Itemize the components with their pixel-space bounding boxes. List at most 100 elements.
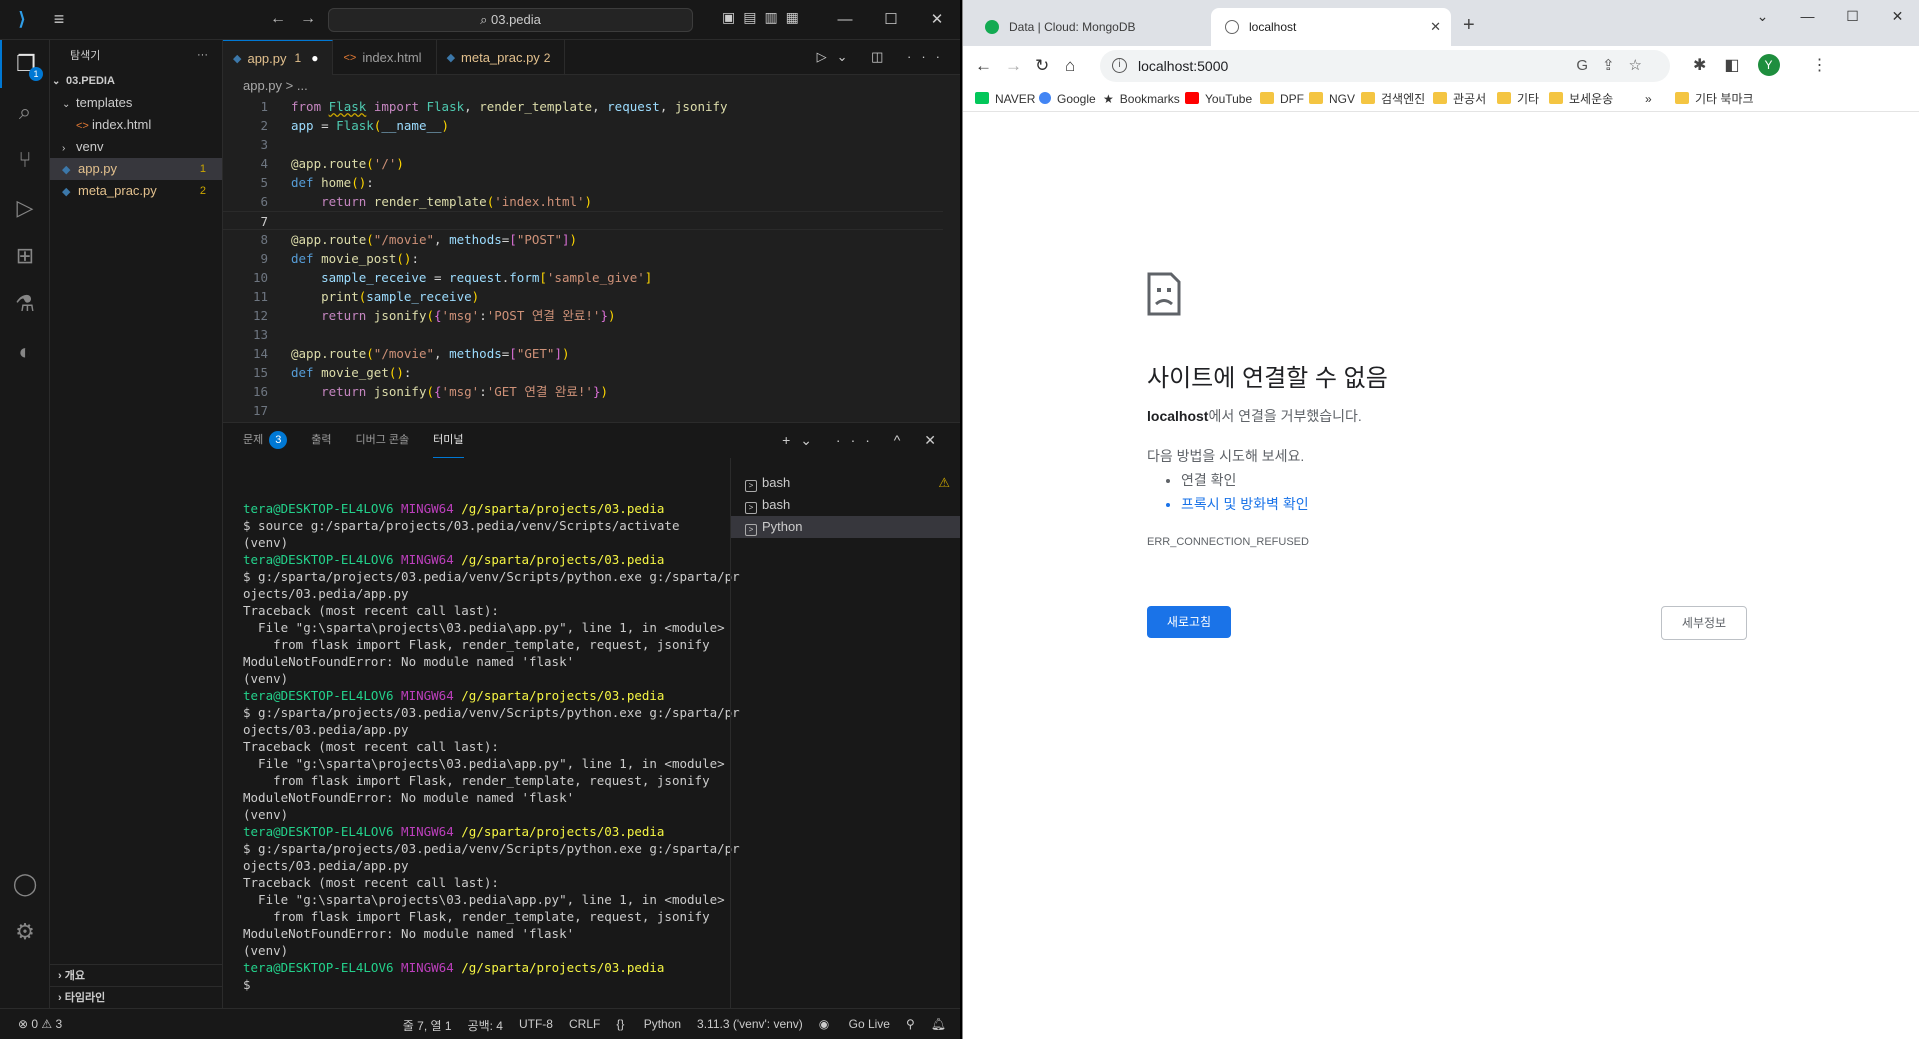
line-number: 3 [260,137,268,152]
timeline-section[interactable]: › 타임라인 [50,986,223,1008]
terminal-line: ojects/03.pedia/app.py [243,858,409,873]
explorer-icon[interactable]: ❐ 1 [0,40,50,88]
tab-terminal[interactable]: 터미널 [433,423,464,458]
forward-arrow-icon[interactable]: → [1005,56,1022,76]
panel-actions[interactable]: +⌄ ··· ^ ✕ [782,432,946,449]
bookmark-bookmarks[interactable]: ★ Bookmarks [1103,90,1180,108]
reload-icon[interactable]: ↻ [1035,56,1049,76]
settings-gear-icon[interactable]: ⚙ [0,908,50,956]
extensions-icon[interactable]: ⊞ [0,232,50,280]
problems-status[interactable]: ⊗ 0 ⚠ 3 [18,1017,62,1031]
suggestion-proxy-firewall-link[interactable]: 프록시 및 방화벽 확인 [1181,492,1309,516]
chrome-window: Data | Cloud: MongoDB Cloud localhost ✕ +… [962,0,1919,1039]
reload-button[interactable]: 새로고침 [1147,606,1231,638]
code-line: 4 @app.route('/') [223,154,943,173]
bookmark-folder-search[interactable]: 검색엔진 [1361,90,1425,108]
tree-item-venv[interactable]: › venv [50,136,222,158]
unsaved-dot-icon[interactable]: ● [311,51,318,65]
tab-output[interactable]: 출력 [311,423,331,458]
terminal-line: ModuleNotFoundError: No module named 'fl… [243,926,575,941]
bookmark-folder-dpf[interactable]: DPF [1260,90,1304,108]
side-panel-icon[interactable]: ◧ [1724,55,1739,75]
more-actions-icon[interactable]: ··· [197,49,208,61]
code-line: 15 def movie_get(): [223,363,943,382]
back-arrow-icon[interactable]: ← [975,56,992,76]
terminal-item-bash[interactable]: > bash [731,494,960,516]
maximize-button[interactable]: ☐ [1830,0,1875,32]
hamburger-menu-icon[interactable]: ≡ [44,9,74,30]
close-button[interactable]: ✕ [1875,0,1919,32]
extensions-puzzle-icon[interactable]: ✱ [1693,55,1706,75]
tree-item-app-py[interactable]: ◆ app.py 1 [50,158,222,180]
tab-localhost[interactable]: localhost ✕ [1211,8,1451,46]
encoding[interactable]: UTF-8 [519,1017,553,1034]
details-button[interactable]: 세부정보 [1661,606,1747,640]
bookmark-folder-ngv[interactable]: NGV [1309,90,1355,108]
nav-arrows[interactable]: ←→ [270,10,330,28]
indentation[interactable]: 공백: 4 [468,1017,503,1034]
profile-avatar[interactable]: Y [1757,54,1780,76]
tab-problems[interactable]: 문제 3 [243,423,288,458]
terminal-line: from flask import Flask, render_template… [243,909,710,924]
tab-debug-console[interactable]: 디버그 콘솔 [356,423,410,458]
globe-icon [1225,20,1239,34]
notifications-bell-icon[interactable]: 🔔︎ [931,1017,946,1034]
site-info-icon[interactable]: i [1112,58,1127,73]
minimize-button[interactable]: — [1785,0,1830,32]
maximize-button[interactable]: ☐ [868,0,914,40]
tab-mongodb[interactable]: Data | Cloud: MongoDB Cloud [971,8,1169,72]
testing-icon[interactable]: ⚗ [0,280,50,328]
address-bar[interactable]: i localhost:5000 G⇪☆ [1100,50,1670,82]
go-live-button[interactable]: ◉ Go Live [819,1017,890,1034]
cursor-position[interactable]: 줄 7, 열 1 [403,1017,452,1034]
account-icon[interactable]: ◯ [0,860,50,908]
end-of-line[interactable]: CRLF [569,1017,600,1034]
bookmark-naver[interactable]: NAVER [975,90,1035,108]
outline-section[interactable]: › 개요 [50,964,223,986]
tree-item-meta-prac-py[interactable]: ◆ meta_prac.py 2 [50,180,222,202]
bookmarks-overflow-icon[interactable]: » [1645,90,1652,108]
close-button[interactable]: ✕ [914,0,960,40]
source-control-icon[interactable]: ⑂ [0,136,50,184]
explorer-sidebar: 탐색기 ··· ⌄ 03.PEDIA ⌄ templates <> index.html… [50,40,223,1008]
chrome-menu-icon[interactable]: ⋮ [1812,55,1828,75]
python-interpreter[interactable]: 3.11.3 ('venv': venv) [697,1017,803,1034]
search-icon[interactable]: ⌕ [0,88,50,136]
home-icon[interactable]: ⌂ [1065,56,1075,76]
bookmark-folder-other[interactable]: 기타 북마크 [1675,90,1754,108]
error-page: 사이트에 연결할 수 없음 localhost에서 연결을 거부했습니다. 다음… [963,112,1919,1039]
code-editor[interactable]: 1 from Flask import Flask, render_templat… [223,97,943,420]
tab-index-html[interactable]: <> index.html [333,40,437,75]
new-tab-button[interactable]: + [1463,14,1475,37]
terminal-line: tera@DESKTOP-EL4LOV6 MINGW64 /g/sparta/p… [243,688,665,703]
workspace-root[interactable]: ⌄ 03.PEDIA [50,70,222,92]
terminal-output[interactable]: tera@DESKTOP-EL4LOV6 MINGW64 /g/sparta/p… [243,483,740,993]
terminal-item-bash[interactable]: > bash ⚠ [731,472,960,494]
breadcrumb[interactable]: app.py > ... [223,75,960,97]
vscode-logo-icon: ⟩ [18,9,26,29]
bookmark-youtube[interactable]: YouTube [1185,90,1252,108]
editor-actions[interactable]: ▷⌄ ◫ ··· [817,49,950,65]
omnibox-icons[interactable]: G⇪☆ [1576,50,1656,82]
code-line: 12 return jsonify({'msg':'POST 연결 완료!'}) [223,306,943,325]
accounts-icon[interactable]: ⚲ [906,1017,915,1034]
bookmark-folder-etc[interactable]: 기타 [1497,90,1539,108]
command-center-search[interactable]: ⌕ 03.pedia [328,8,693,32]
tab-search-icon[interactable]: ⌄ [1740,0,1785,32]
layout-toggle-icons[interactable]: ▣▤▥▦ [722,9,807,26]
tab-meta-prac-py[interactable]: ◆ meta_prac.py 2 [437,40,566,75]
bookmark-folder-gov[interactable]: 관공서 [1433,90,1486,108]
code-line: 16 return jsonify({'msg':'GET 연결 완료!'}) [223,382,943,401]
tab-app-py[interactable]: ◆ app.py 1 ● [223,40,334,75]
line-number: 4 [260,156,268,171]
edge-devtools-icon[interactable]: ◐ [0,328,50,376]
bookmark-google[interactable]: Google [1039,90,1096,108]
tree-item-index-html[interactable]: <> index.html [50,114,222,136]
terminal-item-python[interactable]: > Python [731,516,960,538]
minimize-button[interactable]: — [822,0,868,40]
close-tab-icon[interactable]: ✕ [1430,8,1441,46]
run-debug-icon[interactable]: ▷ [0,184,50,232]
bookmark-folder-bonded[interactable]: 보세운송 [1549,90,1613,108]
language-mode[interactable]: {} Python [616,1017,681,1034]
tree-item-templates[interactable]: ⌄ templates [50,92,222,114]
